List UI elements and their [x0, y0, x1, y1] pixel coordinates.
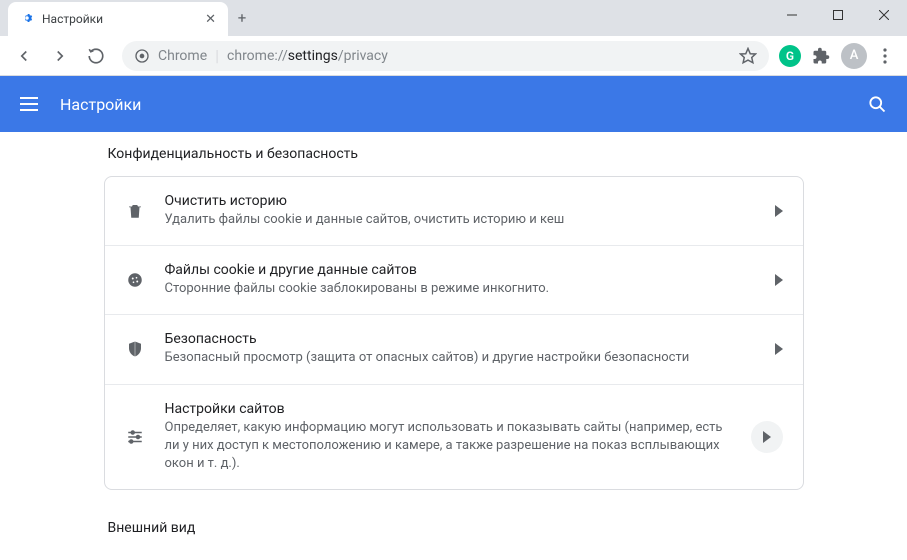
sliders-icon [125, 428, 145, 446]
page-title: Настройки [60, 95, 141, 114]
extensions-icon[interactable] [805, 40, 837, 72]
window-titlebar: Настройки ✕ + [0, 0, 907, 36]
shield-icon [125, 340, 145, 358]
chevron-right-icon [775, 205, 783, 217]
minimize-button[interactable] [769, 0, 815, 30]
trash-icon [125, 202, 145, 220]
section-appearance-title: Внешний вид [108, 520, 804, 536]
row-title: Очистить историю [165, 193, 755, 209]
chrome-icon [134, 48, 150, 64]
settings-header: Настройки [0, 76, 907, 132]
row-security[interactable]: Безопасность Безопасный просмотр (защита… [105, 314, 803, 383]
close-icon[interactable]: ✕ [205, 12, 216, 27]
chevron-right-icon [775, 274, 783, 286]
url-prefix: Chrome [158, 48, 207, 64]
tab-title: Настройки [42, 12, 197, 26]
browser-tab[interactable]: Настройки ✕ [8, 2, 228, 36]
content: Конфиденциальность и безопасность Очисти… [104, 132, 804, 560]
row-cookies[interactable]: Файлы cookie и другие данные сайтов Стор… [105, 245, 803, 314]
chevron-right-icon [775, 343, 783, 355]
extension-grammarly[interactable]: G [779, 45, 801, 67]
search-icon[interactable] [867, 94, 887, 114]
row-desc: Удалить файлы cookie и данные сайтов, оч… [165, 211, 755, 229]
url-scheme: chrome:// [227, 48, 288, 64]
window-close-button[interactable] [861, 0, 907, 30]
maximize-button[interactable] [815, 0, 861, 30]
content-scroll[interactable]: Конфиденциальность и безопасность Очисти… [0, 132, 907, 560]
browser-toolbar: Chrome | chrome://settings/privacy G A [0, 36, 907, 76]
row-clear-history[interactable]: Очистить историю Удалить файлы cookie и … [105, 177, 803, 245]
new-tab-button[interactable]: + [228, 4, 256, 32]
bookmark-star-icon[interactable] [739, 47, 757, 65]
forward-button[interactable] [44, 40, 76, 72]
row-site-settings[interactable]: Настройки сайтов Определяет, какую инфор… [105, 384, 803, 490]
cookie-icon [125, 271, 145, 289]
section-privacy-title: Конфиденциальность и безопасность [108, 146, 804, 162]
reload-button[interactable] [80, 40, 112, 72]
row-title: Настройки сайтов [165, 401, 731, 417]
hamburger-menu-icon[interactable] [20, 97, 38, 111]
row-desc: Определяет, какую информацию могут испол… [165, 419, 731, 474]
url-path: /privacy [338, 48, 388, 64]
gear-icon [20, 10, 34, 29]
url-host: settings [288, 48, 338, 64]
row-title: Безопасность [165, 331, 755, 347]
row-desc: Сторонние файлы cookie заблокированы в р… [165, 280, 755, 298]
row-desc: Безопасный просмотр (защита от опасных с… [165, 349, 755, 367]
window-controls [769, 0, 907, 30]
privacy-card: Очистить историю Удалить файлы cookie и … [104, 176, 804, 490]
row-title: Файлы cookie и другие данные сайтов [165, 262, 755, 278]
profile-avatar[interactable]: A [841, 43, 867, 69]
chevron-right-icon [751, 421, 783, 453]
address-bar[interactable]: Chrome | chrome://settings/privacy [122, 41, 769, 71]
back-button[interactable] [8, 40, 40, 72]
kebab-menu-icon[interactable] [871, 48, 899, 64]
